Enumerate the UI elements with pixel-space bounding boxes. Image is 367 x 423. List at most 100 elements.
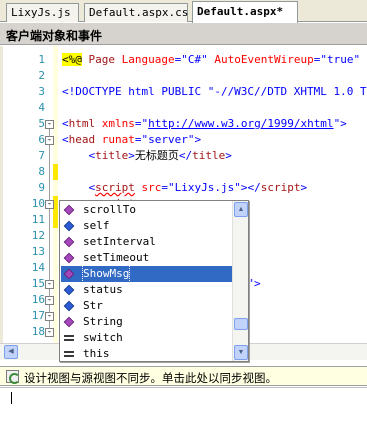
collapse-toggle-icon[interactable]: - [45, 136, 54, 145]
keyword-icon [64, 349, 74, 359]
completion-scrollbar[interactable]: ▲ ▼ [232, 201, 248, 361]
code-line[interactable]: 3 <!DOCTYPE html PUBLIC "-//W3C//DTD XHTM… [0, 84, 367, 100]
scroll-down-button[interactable]: ▼ [234, 345, 248, 360]
code-line[interactable]: 6- <head runat="server"> [0, 132, 367, 148]
code-token: </ [178, 149, 193, 162]
completion-item[interactable]: setTimeout [61, 250, 232, 266]
completion-item-label: status [83, 283, 123, 296]
line-number: 15 [31, 277, 45, 290]
code-token: < [62, 149, 96, 162]
code-token: Language [121, 53, 175, 66]
intellisense-completion-list[interactable]: scrollTo self setInterval setTimeout ShowMsg… [59, 200, 249, 362]
keyword-icon [64, 333, 74, 343]
collapse-toggle-icon[interactable]: - [45, 296, 54, 305]
line-number: 17 [31, 309, 45, 322]
code-token: src [134, 181, 162, 194]
sync-icon [6, 370, 20, 384]
code-token: html [68, 117, 96, 130]
property-icon [63, 300, 75, 312]
code-line[interactable]: 2 [0, 68, 367, 84]
code-line[interactable]: 5- <html xmlns="http://www.w3.org/1999/xh… [0, 116, 367, 132]
code-text: <title>无标题页</title> [62, 148, 232, 164]
scroll-left-button[interactable]: ◀ [4, 345, 18, 359]
tab-lixyjs[interactable]: LixyJs.js [6, 3, 79, 22]
collapse-toggle-icon[interactable]: - [45, 120, 54, 129]
code-token: < [62, 117, 69, 130]
collapse-toggle-icon[interactable]: - [45, 328, 54, 337]
code-token: =" [134, 117, 149, 130]
completion-item-label: Str [83, 299, 103, 312]
completion-item[interactable]: setInterval [61, 234, 232, 250]
code-token: CodeF [360, 53, 367, 66]
scroll-thumb[interactable] [234, 318, 248, 330]
code-token: 无标题页 [134, 149, 179, 162]
code-token: > [128, 149, 135, 162]
completion-item-label: this [83, 347, 110, 360]
completion-item-label: setTimeout [83, 251, 150, 264]
code-text: <!DOCTYPE html PUBLIC "-//W3C//DTD XHTML… [62, 84, 367, 100]
code-token: "C#" [181, 53, 208, 66]
completion-item[interactable]: ShowMsg [61, 265, 232, 283]
code-line[interactable]: 4 [0, 100, 367, 116]
completion-item[interactable]: Str [61, 298, 232, 314]
code-token: script [260, 181, 301, 194]
completion-item[interactable]: String [61, 314, 232, 330]
client-objects-events-label: 客户端对象和事件 [6, 29, 103, 43]
tab-default-aspx-cs[interactable]: Default.aspx.cs [84, 3, 188, 22]
line-number: 11 [31, 213, 45, 226]
line-number: 3 [38, 85, 45, 98]
code-token: title [95, 149, 129, 162]
line-number: 16 [31, 293, 45, 306]
output-pane[interactable] [0, 387, 367, 423]
code-token: script [95, 181, 135, 194]
line-number: 13 [31, 245, 45, 258]
method-icon [63, 268, 75, 280]
completion-item[interactable]: self [61, 218, 232, 234]
client-objects-events-dropdown[interactable]: 客户端对象和事件 [0, 23, 367, 45]
line-number: 4 [38, 101, 45, 114]
line-number: 8 [38, 165, 45, 178]
sync-view-notification[interactable]: 设计视图与源视图不同步。单击此处以同步视图。 [0, 366, 367, 386]
code-token: > [225, 149, 232, 162]
code-token: <!DOCTYPE html PUBLIC "-//W3C//DTD XHTML… [62, 85, 367, 98]
code-token: < [62, 133, 69, 146]
line-number: 9 [38, 181, 45, 194]
code-token: head [68, 133, 96, 146]
collapse-toggle-icon[interactable]: - [45, 280, 54, 289]
method-icon [63, 316, 75, 328]
line-number: 2 [38, 69, 45, 82]
code-token: Page [81, 53, 122, 66]
completion-item-label: ShowMsg [81, 265, 131, 283]
completion-item[interactable]: this [61, 346, 232, 361]
code-line[interactable]: 9 <script src="LixyJs.js"></script> [0, 180, 367, 196]
code-token: runat [95, 133, 135, 146]
completion-item[interactable]: switch [61, 330, 232, 346]
code-token: <%@ [62, 53, 82, 66]
method-icon [63, 204, 75, 216]
collapse-toggle-icon[interactable]: - [45, 200, 54, 209]
completion-item[interactable]: scrollTo [61, 202, 232, 218]
code-token: title [192, 149, 226, 162]
code-token: ="LixyJs.js"></ [161, 181, 261, 194]
code-line[interactable]: 8 [0, 164, 367, 180]
method-icon [63, 236, 75, 248]
sync-message: 设计视图与源视图不同步。单击此处以同步视图。 [24, 371, 277, 385]
completion-item-label: switch [83, 331, 123, 344]
property-icon [63, 220, 75, 232]
code-token: xmlns [95, 117, 135, 130]
code-line[interactable]: 7 <title>无标题页</title> [0, 148, 367, 164]
collapse-toggle-icon[interactable]: - [45, 312, 54, 321]
completion-item[interactable]: status [61, 282, 232, 298]
line-number: 18 [31, 325, 45, 338]
line-number: 7 [38, 149, 45, 162]
text-cursor [11, 392, 12, 404]
code-line[interactable]: 1 <%@ Page Language="C#" AutoEventWireup=… [0, 52, 367, 68]
line-number: 10 [31, 197, 45, 210]
completion-item-label: scrollTo [83, 203, 136, 216]
line-number: 1 [38, 53, 45, 66]
code-token: AutoEventWireup [207, 53, 314, 66]
scroll-up-button[interactable]: ▲ [234, 202, 248, 217]
code-token: "> [333, 117, 347, 130]
document-tab-strip: LixyJs.js Default.aspx.cs Default.aspx* [0, 0, 367, 23]
tab-default-aspx[interactable]: Default.aspx* [192, 1, 298, 23]
